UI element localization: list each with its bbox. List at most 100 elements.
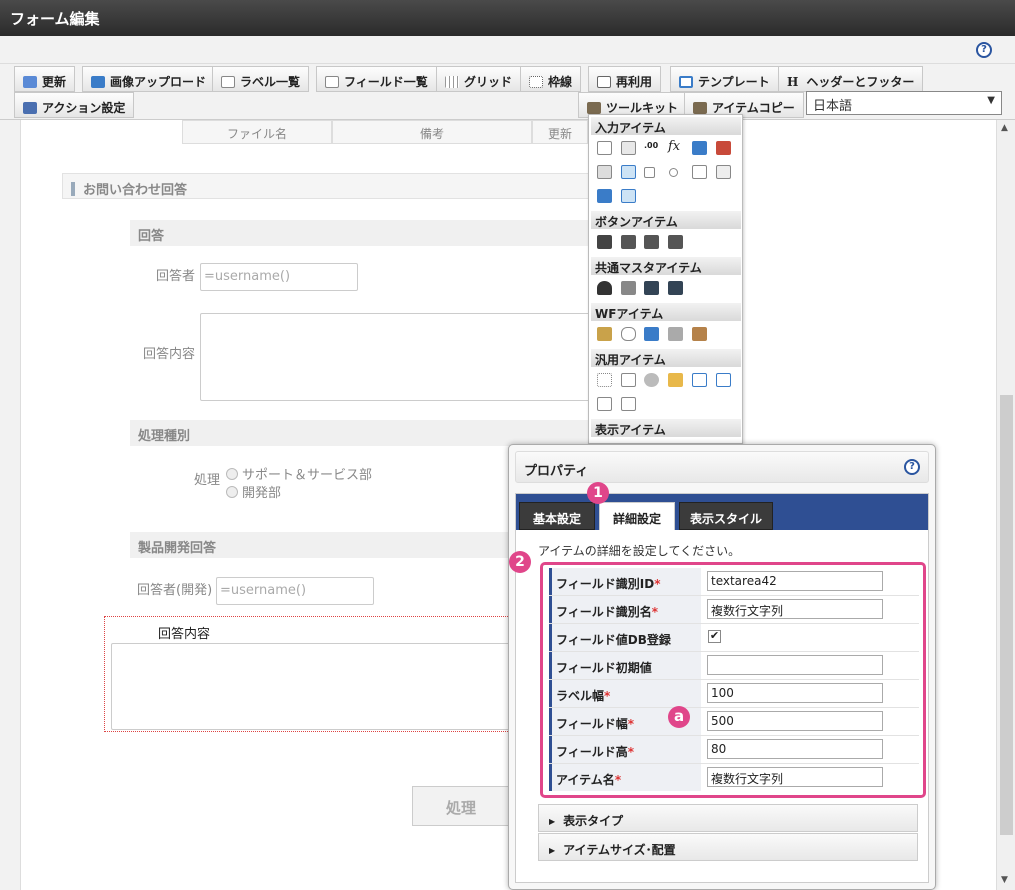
textarea-item-icon[interactable] xyxy=(621,165,636,179)
tab-basic[interactable]: 基本設定 xyxy=(519,502,595,530)
item-size-accordion[interactable]: ▶ アイテムサイズ･配置 xyxy=(538,833,918,861)
datetime-item-icon[interactable] xyxy=(716,141,731,155)
border-label: 枠線 xyxy=(548,75,573,89)
action-settings-button[interactable]: アクション設定 xyxy=(14,92,135,118)
stamp-icon[interactable] xyxy=(692,327,707,341)
action-settings-label: アクション設定 xyxy=(42,101,126,115)
display-type-accordion[interactable]: ▶ 表示タイプ xyxy=(538,804,918,832)
return-button-icon[interactable] xyxy=(668,235,683,249)
field-height-input[interactable]: 80 xyxy=(707,739,883,759)
border-button[interactable]: 枠線 xyxy=(520,66,582,92)
wf-image-icon[interactable] xyxy=(644,327,659,341)
respondent-field[interactable]: =username() xyxy=(200,263,358,291)
language-select[interactable]: 日本語 ▼ xyxy=(806,91,1002,115)
field-list-button[interactable]: フィールド一覧 xyxy=(316,66,437,92)
help-icon[interactable]: ? xyxy=(976,42,992,58)
highlight-frame: フィールド識別ID* textarea42 フィールド識別名* 複数行文字列 フ… xyxy=(540,562,926,798)
label-width-input[interactable]: 100 xyxy=(707,683,883,703)
template-button[interactable]: テンプレート xyxy=(670,66,779,92)
prop-label: ラベル幅* xyxy=(549,680,701,707)
initial-value-input[interactable] xyxy=(707,655,883,675)
toolkit-palette: 入力アイテム .00 fx ボタンアイテム 共通マスタアイテム WFアイテム 汎… xyxy=(588,114,743,444)
palette-general-items: 汎用アイテム xyxy=(591,349,741,367)
header-footer-button[interactable]: H ヘッダーとフッター xyxy=(778,66,924,92)
scroll-thumb[interactable] xyxy=(1000,395,1013,835)
prop-label-text: フィールド幅 xyxy=(556,717,628,731)
group-item-icon[interactable] xyxy=(668,281,683,295)
field-id-input[interactable]: textarea42 xyxy=(707,571,883,591)
language-value: 日本語 xyxy=(813,99,853,114)
text-item-icon[interactable] xyxy=(621,141,636,155)
export-item-icon[interactable] xyxy=(692,373,707,387)
field-name-input[interactable]: 複数行文字列 xyxy=(707,599,883,619)
note-item-icon[interactable] xyxy=(621,373,636,387)
update-button[interactable]: 更新 xyxy=(14,66,76,92)
import-item-icon[interactable] xyxy=(716,373,731,387)
pulldown-item-icon[interactable] xyxy=(716,165,731,179)
radio-support[interactable]: サポート＆サービス部 xyxy=(226,464,372,483)
field-width-input[interactable]: 500 xyxy=(707,711,883,731)
tab-display-style[interactable]: 表示スタイル xyxy=(679,502,773,530)
key-item-icon[interactable] xyxy=(668,373,683,387)
panel-item-icon[interactable] xyxy=(597,397,612,411)
wf-document-icon[interactable] xyxy=(668,327,683,341)
image-upload-button[interactable]: 画像アップロード xyxy=(82,66,216,92)
radio-dev[interactable]: 開発部 xyxy=(226,482,281,501)
organization-item-icon[interactable] xyxy=(621,281,636,295)
select-item-icon[interactable] xyxy=(597,165,612,179)
palette-button-items: ボタンアイテム xyxy=(591,211,741,229)
reuse-button[interactable]: 再利用 xyxy=(588,66,662,92)
radio-item-icon[interactable] xyxy=(669,168,678,177)
table-item-icon[interactable] xyxy=(621,189,636,203)
reuse-label: 再利用 xyxy=(616,75,653,89)
user-item-icon[interactable] xyxy=(597,281,612,295)
upload-item-icon[interactable] xyxy=(597,189,612,203)
number-item-icon[interactable]: .00 xyxy=(644,141,659,155)
palette-wf-items: WFアイテム xyxy=(591,303,741,321)
vertical-scrollbar[interactable]: ▲ ▼ xyxy=(996,120,1015,890)
card-item-icon[interactable] xyxy=(621,397,636,411)
db-register-checkbox[interactable]: ✔ xyxy=(708,630,721,643)
listbox-item-icon[interactable] xyxy=(692,165,707,179)
prop-label-text: フィールド識別ID xyxy=(556,577,655,591)
dialog-help-icon[interactable]: ? xyxy=(904,459,920,475)
section-inquiry: お問い合わせ回答 xyxy=(62,173,590,199)
checkbox-item-icon[interactable] xyxy=(644,167,655,178)
window-title: フォーム編集 xyxy=(0,0,1015,36)
dev-respondent-field[interactable]: =username() xyxy=(216,577,374,605)
grid-button[interactable]: グリッド xyxy=(436,66,522,92)
attachment-icon[interactable] xyxy=(621,327,636,341)
scroll-up-icon[interactable]: ▲ xyxy=(1001,123,1008,133)
radio-circle[interactable] xyxy=(226,468,238,480)
property-dialog: プロパティ ? 基本設定 詳細設定 表示スタイル アイテムの詳細を設定してくださ… xyxy=(508,444,936,890)
forward-button-icon[interactable] xyxy=(621,235,636,249)
camera-item-icon[interactable] xyxy=(644,373,659,387)
wf-clipboard-icon[interactable] xyxy=(597,327,612,341)
field-list-icon xyxy=(325,76,339,88)
submit-button-icon[interactable] xyxy=(597,235,612,249)
field-list-label: フィールド一覧 xyxy=(344,75,428,89)
formula-item-icon[interactable]: fx xyxy=(668,139,683,154)
prop-label: アイテム名* xyxy=(549,764,701,791)
prop-row-field-width: フィールド幅* 500 xyxy=(549,708,919,736)
scroll-down-icon[interactable]: ▼ xyxy=(1001,875,1008,885)
label-list-button[interactable]: ラベル一覧 xyxy=(212,66,310,92)
role-item-icon[interactable] xyxy=(644,281,659,295)
update-icon xyxy=(23,76,37,88)
tab-detail[interactable]: 詳細設定 xyxy=(599,502,675,530)
prop-label-text: フィールド初期値 xyxy=(556,661,652,675)
process-button[interactable]: 処理 xyxy=(412,786,510,826)
answer-content-field[interactable] xyxy=(200,313,590,401)
radio-circle[interactable] xyxy=(226,486,238,498)
label-item-icon[interactable] xyxy=(597,141,612,155)
dev-answer-field[interactable] xyxy=(111,643,511,730)
back-button-icon[interactable] xyxy=(644,235,659,249)
grid-icon xyxy=(445,76,459,88)
date-item-icon[interactable] xyxy=(692,141,707,155)
action-settings-icon xyxy=(23,102,37,114)
column-updated: 更新 xyxy=(532,120,588,144)
palette-input-items: 入力アイテム xyxy=(591,117,741,135)
item-name-input[interactable]: 複数行文字列 xyxy=(707,767,883,787)
radio-support-label: サポート＆サービス部 xyxy=(242,468,373,483)
line-item-icon[interactable] xyxy=(597,373,612,387)
